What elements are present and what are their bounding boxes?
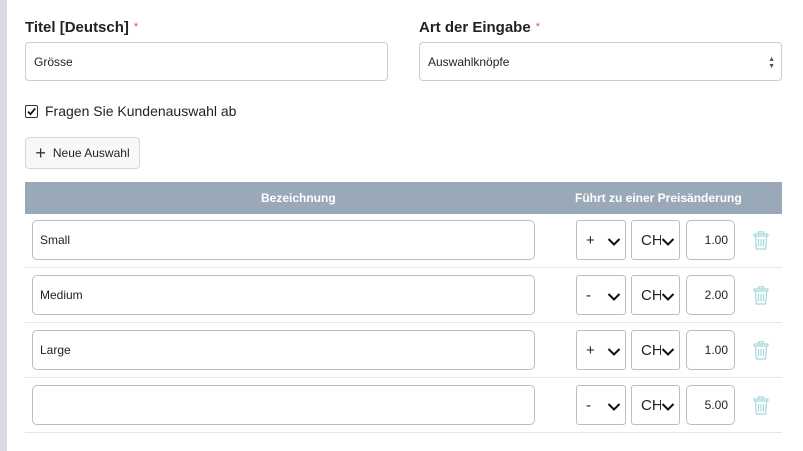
price-value: 2.00 (704, 288, 728, 302)
currency-select[interactable]: CH (631, 330, 680, 370)
choices-table-header: Bezeichnung Führt zu einer Preisänderung (25, 182, 782, 214)
input-type-select[interactable]: Auswahlknöpfe ▲ ▼ (419, 42, 782, 81)
price-input[interactable]: 1.00 (686, 220, 735, 260)
header-price-change: Führt zu einer Preisänderung (575, 191, 742, 205)
title-label-text: Titel [Deutsch] (25, 19, 129, 36)
choice-name-input[interactable] (32, 385, 535, 425)
price-input[interactable]: 5.00 (686, 385, 735, 425)
choice-name-value: Large (40, 343, 71, 357)
chevron-down-icon (607, 399, 621, 416)
price-value: 1.00 (704, 343, 728, 357)
price-sign-value: + (586, 231, 595, 249)
currency-select[interactable]: CH (631, 385, 680, 425)
price-sign-select[interactable]: - (576, 275, 626, 315)
currency-value: CH (641, 341, 663, 359)
trash-icon[interactable] (753, 341, 769, 365)
trash-icon[interactable] (753, 286, 769, 310)
chevron-down-icon (661, 399, 675, 416)
title-input-value: Grösse (34, 54, 73, 69)
ask-customer-choice-label: Fragen Sie Kundenauswahl ab (45, 103, 237, 119)
price-value: 5.00 (704, 398, 728, 412)
header-designation: Bezeichnung (261, 191, 336, 205)
chevron-down-icon (661, 289, 675, 306)
currency-value: CH (641, 396, 663, 414)
currency-value: CH (641, 231, 663, 249)
chevron-down-icon (661, 344, 675, 361)
table-row: Small + CH 1.00 (25, 214, 782, 268)
plus-icon: + (35, 143, 46, 163)
currency-select[interactable]: CH (631, 220, 680, 260)
chevron-down-icon (661, 234, 675, 251)
checkmark-icon (27, 107, 36, 116)
required-mark: * (535, 21, 540, 33)
price-sign-value: + (586, 341, 595, 359)
left-border (0, 0, 7, 451)
input-type-label-text: Art der Eingabe (419, 19, 531, 36)
required-mark: * (133, 21, 139, 33)
currency-select[interactable]: CH (631, 275, 680, 315)
trash-icon[interactable] (753, 231, 769, 255)
title-input[interactable]: Grösse (25, 42, 388, 81)
price-sign-select[interactable]: - (576, 385, 626, 425)
currency-value: CH (641, 286, 663, 304)
price-sign-value: - (586, 286, 591, 304)
table-row: Medium - CH 2.00 (25, 269, 782, 323)
choice-name-input[interactable]: Small (32, 220, 535, 260)
table-row: Large + CH 1.00 (25, 324, 782, 378)
input-type-select-value: Auswahlknöpfe (428, 54, 510, 69)
ask-customer-choice-checkbox[interactable] (25, 104, 38, 118)
price-sign-select[interactable]: + (576, 220, 626, 260)
chevron-down-icon (607, 344, 621, 361)
price-input[interactable]: 1.00 (686, 330, 735, 370)
input-type-label: Art der Eingabe * (419, 19, 540, 36)
new-choice-button-label: Neue Auswahl (52, 146, 130, 160)
choice-name-value: Small (40, 233, 71, 247)
price-value: 1.00 (704, 233, 728, 247)
chevron-down-icon (607, 289, 621, 306)
trash-icon[interactable] (753, 396, 769, 420)
price-sign-value: - (586, 396, 591, 414)
price-sign-select[interactable]: + (576, 330, 626, 370)
choice-name-input[interactable]: Medium (32, 275, 535, 315)
ask-customer-choice-row[interactable]: Fragen Sie Kundenauswahl ab (25, 103, 236, 119)
title-label: Titel [Deutsch] * (25, 19, 138, 36)
table-row: - CH 5.00 (25, 379, 782, 433)
choice-name-value: Medium (40, 288, 83, 302)
select-sort-arrows-icon: ▲ ▼ (768, 56, 775, 70)
new-choice-button[interactable]: + Neue Auswahl (25, 137, 140, 169)
price-input[interactable]: 2.00 (686, 275, 735, 315)
choice-name-input[interactable]: Large (32, 330, 535, 370)
chevron-down-icon (607, 234, 621, 251)
